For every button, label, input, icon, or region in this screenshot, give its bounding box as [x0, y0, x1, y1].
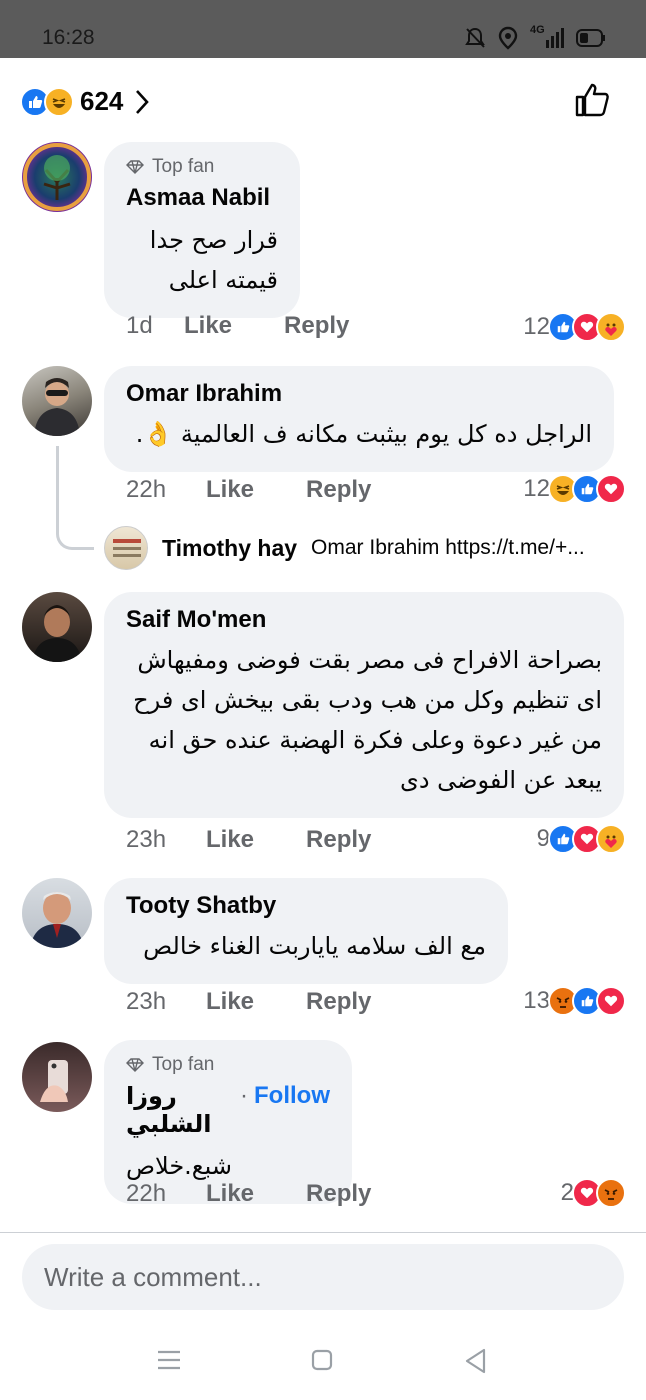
love-icon: [596, 986, 626, 1016]
avatar[interactable]: [22, 1042, 92, 1112]
reply-button[interactable]: Reply: [306, 826, 371, 854]
like-button[interactable]: Like: [184, 312, 232, 340]
comment-bubble[interactable]: Top fan Asmaa Nabil قرار صح جدا قيمته اع…: [104, 142, 300, 318]
comment-text-line: قرار صح جدا: [149, 226, 278, 254]
mute-bell-icon: [465, 27, 485, 48]
menu-icon[interactable]: [156, 1348, 182, 1372]
comment-time: 1d: [126, 312, 153, 339]
comment-actions: 22h Like Reply: [126, 476, 423, 504]
reactions-header: 624: [0, 58, 646, 142]
like-button[interactable]: Like: [206, 826, 254, 854]
top-fan-badge: Top fan: [126, 1054, 330, 1076]
reply-button[interactable]: Reply: [306, 476, 371, 504]
reply-button[interactable]: Reply: [306, 1180, 371, 1208]
comment-actions: 22h Like Reply: [126, 1180, 423, 1208]
like-button[interactable]: Like: [206, 988, 254, 1016]
avatar[interactable]: [22, 878, 92, 948]
comment-reactions[interactable]: 13: [523, 986, 626, 1016]
reaction-count: 624: [80, 86, 124, 116]
thumbs-up-outline-icon[interactable]: [574, 82, 610, 118]
love-icon: [596, 474, 626, 504]
badge-label: Top fan: [152, 1054, 215, 1075]
reaction-count: 12: [523, 475, 550, 502]
reaction-count: 13: [523, 987, 550, 1014]
comment-time: 23h: [126, 826, 167, 853]
like-button[interactable]: Like: [206, 1180, 254, 1208]
top-fan-badge: Top fan: [126, 156, 278, 178]
status-time: 16:28: [42, 26, 95, 49]
diamond-icon: [126, 1058, 144, 1072]
reply-author[interactable]: Timothy hay: [162, 535, 297, 562]
location-icon: [498, 26, 518, 50]
comment-bubble[interactable]: Omar Ibrahim الراجل ده كل يوم بيثبت مكان…: [104, 366, 614, 472]
reply-button[interactable]: Reply: [306, 988, 371, 1016]
comment-actions: 1d Like Reply: [126, 312, 401, 340]
comment-author[interactable]: Asmaa Nabil: [126, 184, 278, 212]
comment-actions: 23h Like Reply: [126, 826, 423, 854]
status-bar: 16:28 4G: [0, 0, 646, 58]
comment-reactions[interactable]: 2: [561, 1178, 626, 1208]
comment-text-line: يبعد عن الفوضى دى: [400, 766, 602, 794]
comment-bubble[interactable]: Tooty Shatby مع الف سلامه ياياربت الغناء…: [104, 878, 508, 984]
home-square-icon[interactable]: [310, 1348, 334, 1372]
comment-input[interactable]: [22, 1244, 624, 1310]
like-button[interactable]: Like: [206, 476, 254, 504]
reaction-summary-button[interactable]: 624: [20, 86, 150, 117]
battery-icon: [576, 29, 605, 47]
comment-reactions[interactable]: 12: [523, 474, 626, 504]
comment-reactions[interactable]: 12: [523, 312, 626, 342]
comment-reactions[interactable]: 9: [537, 824, 626, 854]
comment-time: 22h: [126, 476, 167, 503]
reply-text: Omar Ibrahim https://t.me/+...: [311, 536, 585, 559]
comment-author[interactable]: Tooty Shatby: [126, 892, 486, 920]
composer-divider: [0, 1232, 646, 1233]
chevron-right-icon: [136, 89, 150, 114]
reaction-count: 12: [523, 313, 550, 340]
avatar[interactable]: [22, 592, 92, 662]
comment-text-line: من غير دعوة وعلى فكرة الهضبة عنده حق انه: [148, 726, 602, 754]
comment-bubble[interactable]: Saif Mo'men بصراحة الافراح فى مصر بقت فو…: [104, 592, 624, 818]
haha-icon: [44, 86, 74, 117]
avatar[interactable]: [104, 526, 148, 570]
comment-time: 22h: [126, 1180, 167, 1207]
comment-author[interactable]: Saif Mo'men: [126, 606, 602, 634]
back-triangle-icon[interactable]: [464, 1348, 488, 1374]
angry-icon: [596, 1178, 626, 1208]
system-nav-bar: [0, 1330, 646, 1400]
care-icon: [596, 312, 626, 342]
avatar[interactable]: [22, 142, 92, 212]
reply-button[interactable]: Reply: [284, 312, 349, 340]
badge-label: Top fan: [152, 156, 215, 177]
comment-text-line: بصراحة الافراح فى مصر بقت فوضى ومفيهاش: [137, 646, 602, 674]
signal-icon: 4G: [530, 24, 564, 50]
status-icons: 4G: [464, 24, 606, 50]
comment-composer: [22, 1244, 624, 1310]
diamond-icon: [126, 160, 144, 174]
comment-actions: 23h Like Reply: [126, 988, 423, 1016]
follow-button[interactable]: Follow: [254, 1082, 330, 1138]
comment-author[interactable]: روزا الشلبي: [126, 1082, 234, 1138]
separator-dot: ·: [240, 1082, 249, 1109]
comment-author[interactable]: Omar Ibrahim: [126, 380, 592, 408]
reply-preview[interactable]: Timothy hay Omar Ibrahim https://t.me/+.…: [104, 526, 585, 570]
comment-time: 23h: [126, 988, 167, 1015]
comment-text-line: قيمته اعلى: [168, 266, 278, 294]
comment-text-line: الراجل ده كل يوم بيثبت مكانه ف العالمية …: [135, 420, 592, 448]
care-icon: [596, 824, 626, 854]
thread-connector: [56, 446, 94, 550]
comment-text-line: اى تنظيم وكل من هب ودب بقى بيخش اى فرح: [133, 686, 602, 714]
comment-text-line: مع الف سلامه ياياربت الغناء خالص: [143, 932, 486, 960]
avatar[interactable]: [22, 366, 92, 436]
